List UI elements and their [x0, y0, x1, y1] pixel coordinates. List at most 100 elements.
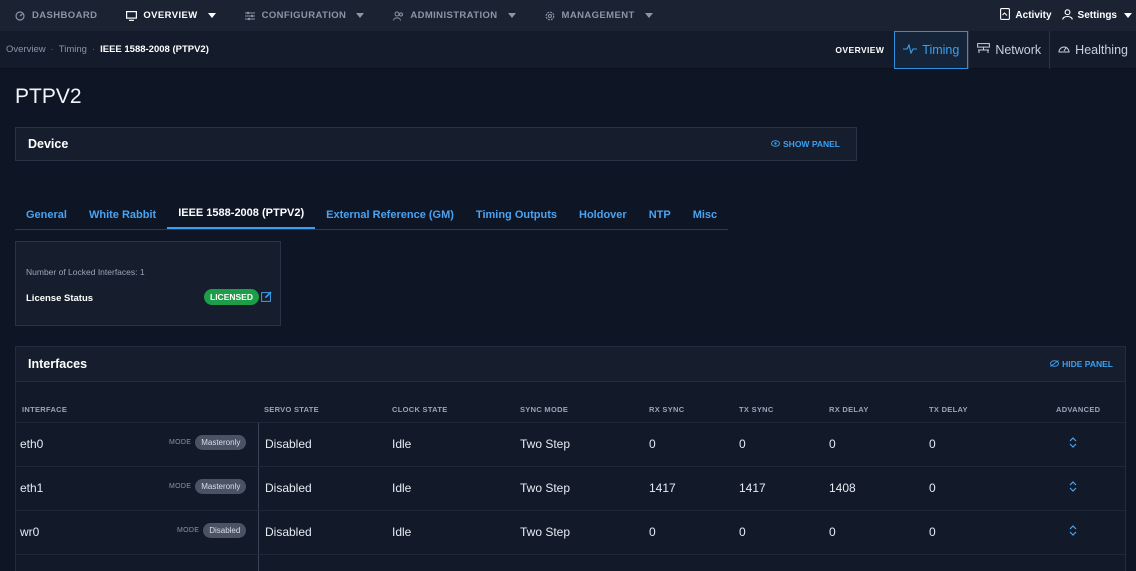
- nav-management[interactable]: MANAGEMENT: [530, 0, 667, 31]
- sync-mode: Two Step: [520, 437, 571, 451]
- nav-configuration[interactable]: CONFIGURATION: [230, 0, 379, 31]
- tab-external-reference[interactable]: External Reference (GM): [315, 199, 465, 229]
- users-icon: [392, 10, 404, 22]
- tab-healthing[interactable]: Healthing: [1049, 30, 1136, 69]
- rx-sync: 1417: [649, 481, 676, 495]
- clock-state: Idle: [392, 525, 412, 539]
- tab-white-rabbit[interactable]: White Rabbit: [78, 199, 167, 229]
- mode-indicator: MODE Masteronly: [169, 435, 247, 450]
- tab-timing-outputs[interactable]: Timing Outputs: [465, 199, 568, 229]
- gauge-icon: [1058, 43, 1070, 57]
- timing-tabs: General White Rabbit IEEE 1588-2008 (PTP…: [15, 199, 729, 230]
- tab-network-label: Network: [995, 42, 1042, 57]
- expand-toggle-icon[interactable]: [1069, 525, 1079, 537]
- breadcrumb-separator: ·: [50, 44, 54, 55]
- expand-toggle-icon[interactable]: [1069, 437, 1079, 449]
- column-header-advanced: ADVANCED: [1056, 405, 1101, 414]
- nav-configuration-label: CONFIGURATION: [261, 10, 347, 21]
- monitor-icon: [125, 10, 137, 22]
- top-nav: DASHBOARD OVERVIEW CONFIGURATION ADMINIS…: [0, 0, 1136, 31]
- mode-label: MODE: [169, 483, 192, 490]
- eye-off-icon: [1050, 359, 1060, 369]
- device-panel-title: Device: [28, 137, 69, 151]
- edit-icon[interactable]: [261, 291, 272, 302]
- tx-delay: 0: [929, 525, 936, 539]
- tx-sync: 1417: [739, 481, 766, 495]
- document-icon: [1000, 8, 1011, 23]
- breadcrumb: Overview · Timing · IEEE 1588-2008 (PTPV…: [0, 44, 209, 55]
- mode-badge: Masteronly: [195, 479, 247, 494]
- eye-icon: [771, 139, 781, 149]
- column-header-interface: INTERFACE: [22, 405, 68, 414]
- interface-name: eth1: [20, 481, 44, 495]
- network-icon: [977, 42, 991, 57]
- nav-administration[interactable]: ADMINISTRATION: [378, 0, 529, 31]
- interface-name: eth0: [20, 437, 44, 451]
- tab-timing-label: Timing: [922, 42, 960, 57]
- breadcrumb-separator: ·: [91, 44, 96, 55]
- tx-sync: 0: [739, 437, 746, 451]
- mode-label: MODE: [169, 439, 192, 446]
- table-row: wr0 MODE Disabled Disabled Idle Two Step…: [16, 510, 1127, 552]
- interfaces-header: Interfaces HIDE PANEL: [16, 347, 1125, 382]
- mode-label: MODE: [177, 527, 200, 534]
- activity-button[interactable]: Activity: [1000, 8, 1052, 23]
- tab-network[interactable]: Network: [968, 30, 1049, 69]
- column-header-rx-delay: RX DELAY: [829, 405, 869, 414]
- hide-panel-button[interactable]: HIDE PANEL: [1050, 359, 1113, 369]
- sync-mode: Two Step: [520, 481, 571, 495]
- expand-toggle-icon[interactable]: [1069, 481, 1079, 493]
- dashboard-icon: [14, 10, 26, 22]
- view-tabs-label: OVERVIEW: [835, 44, 885, 55]
- interface-name: wr0: [20, 525, 40, 539]
- mode-badge: Disabled: [203, 523, 247, 538]
- breadcrumb-timing[interactable]: Timing: [59, 44, 87, 55]
- rx-delay: 1408: [829, 481, 856, 495]
- table-row: eth0 MODE Masteronly Disabled Idle Two S…: [16, 422, 1127, 464]
- nav-dashboard[interactable]: DASHBOARD: [0, 0, 111, 31]
- license-status-label: License Status: [26, 293, 94, 304]
- view-tabs: OVERVIEW Timing Network Healthing: [825, 30, 1136, 69]
- column-header-servo-state: SERVO STATE: [264, 405, 319, 414]
- nav-dashboard-label: DASHBOARD: [32, 10, 98, 21]
- tab-timing[interactable]: Timing: [894, 30, 969, 69]
- hide-panel-label: HIDE PANEL: [1062, 359, 1113, 369]
- show-panel-button[interactable]: SHOW PANEL: [771, 139, 840, 149]
- chevron-down-icon: [1124, 13, 1132, 18]
- column-header-sync-mode: SYNC MODE: [520, 405, 569, 414]
- breadcrumb-overview[interactable]: Overview: [6, 44, 46, 55]
- tab-general[interactable]: General: [15, 199, 78, 229]
- table-row: [16, 554, 1127, 571]
- settings-button[interactable]: Settings: [1061, 8, 1132, 23]
- column-header-tx-sync: TX SYNC: [739, 405, 774, 414]
- chevron-down-icon: [644, 13, 653, 18]
- clock-state: Idle: [392, 481, 412, 495]
- gear-icon: [544, 10, 556, 22]
- nav-administration-label: ADMINISTRATION: [410, 10, 498, 21]
- column-header-tx-delay: TX DELAY: [929, 405, 968, 414]
- tab-misc[interactable]: Misc: [682, 199, 728, 229]
- pulse-icon: [903, 42, 918, 57]
- locked-interfaces-text: Number of Locked Interfaces: 1: [26, 267, 145, 277]
- nav-overview[interactable]: OVERVIEW: [111, 0, 229, 31]
- servo-state: Disabled: [265, 525, 312, 539]
- clock-state: Idle: [392, 437, 412, 451]
- nav-right: Activity Settings: [1000, 8, 1136, 23]
- chevron-down-icon: [207, 13, 216, 18]
- tab-ntp[interactable]: NTP: [638, 199, 682, 229]
- column-header-clock-state: CLOCK STATE: [392, 405, 448, 414]
- column-header-rx-sync: RX SYNC: [649, 405, 685, 414]
- user-icon: [1061, 8, 1073, 23]
- sync-mode: Two Step: [520, 525, 571, 539]
- rx-sync: 0: [649, 437, 656, 451]
- table-row: eth1 MODE Masteronly Disabled Idle Two S…: [16, 466, 1127, 508]
- rx-delay: 0: [829, 437, 836, 451]
- tab-ptpv2[interactable]: IEEE 1588-2008 (PTPV2): [167, 199, 316, 229]
- servo-state: Disabled: [265, 481, 312, 495]
- license-card: Number of Locked Interfaces: 1 License S…: [15, 241, 281, 326]
- tab-holdover[interactable]: Holdover: [568, 199, 638, 229]
- interfaces-panel: Interfaces HIDE PANEL INTERFACE SERVO ST…: [15, 346, 1127, 571]
- device-panel: Device SHOW PANEL: [15, 127, 857, 161]
- mode-indicator: MODE Masteronly: [169, 479, 247, 494]
- interfaces-title: Interfaces: [28, 357, 88, 371]
